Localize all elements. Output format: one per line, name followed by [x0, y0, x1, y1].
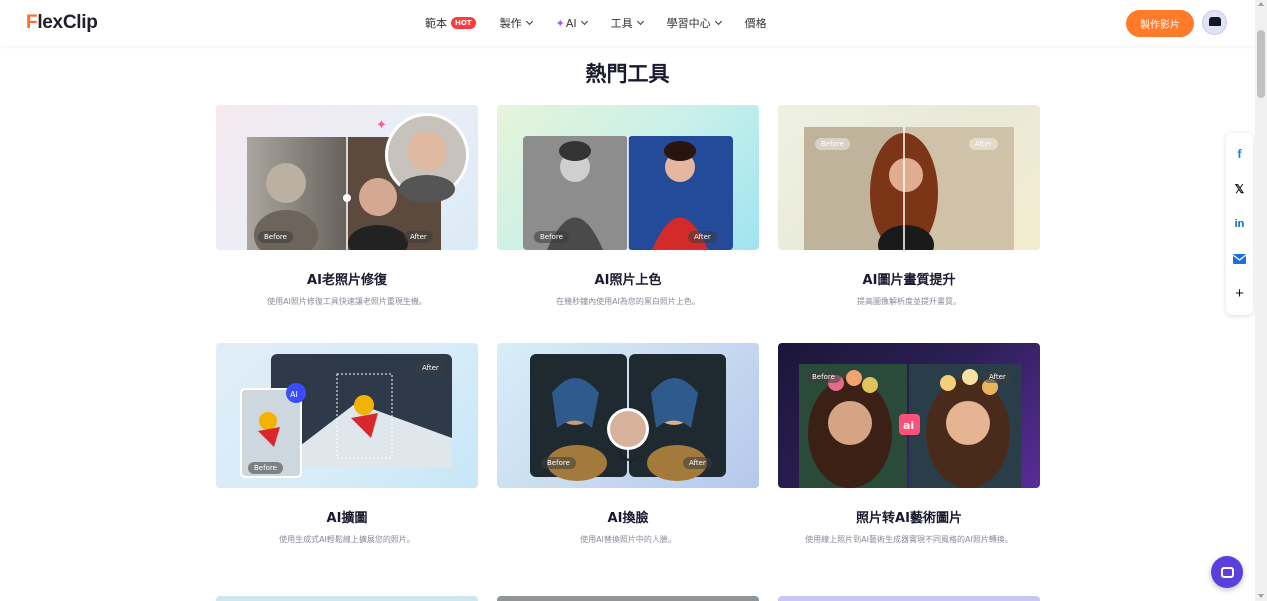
- hot-badge: HOT: [451, 17, 476, 29]
- chevron-down-icon: [636, 17, 644, 26]
- facebook-icon[interactable]: f: [1230, 144, 1250, 164]
- nav-learn[interactable]: 學習中心: [666, 15, 722, 31]
- chevron-down-icon: [580, 17, 588, 26]
- svg-text:ai: ai: [903, 419, 914, 432]
- after-tag: After: [404, 231, 433, 243]
- avatar-cap-icon: [1209, 17, 1221, 26]
- next-card-peek: [216, 596, 478, 601]
- card-description: 在幾秒鐘內使用AI為您的黑白照片上色。: [556, 297, 700, 306]
- avatar[interactable]: [1202, 10, 1227, 35]
- plus-icon[interactable]: +: [1230, 284, 1250, 304]
- flexclip-logo[interactable]: FlexClip: [26, 12, 98, 34]
- sparkle-icon: ✦: [555, 16, 565, 30]
- scroll-down-arrow-icon[interactable]: [1258, 594, 1264, 598]
- linkedin-icon[interactable]: in: [1230, 214, 1250, 234]
- card-title: AI擴圖: [326, 511, 368, 526]
- chevron-down-icon: [525, 17, 533, 26]
- nav-create[interactable]: 製作: [499, 15, 533, 31]
- after-tag: After: [416, 362, 445, 374]
- chat-icon: [1220, 566, 1234, 578]
- nav-ai[interactable]: ✦ AI: [555, 15, 588, 31]
- nav-pricing-label: 價格: [744, 17, 767, 30]
- tool-card-face-swap[interactable]: Before After AI換臉 使用AI替換照片中的人臉。: [497, 343, 759, 546]
- card-thumbnail: Before After: [497, 343, 759, 488]
- card-title: AI換臉: [607, 511, 649, 526]
- card-thumbnail: Before After: [497, 105, 759, 250]
- tool-card-expand[interactable]: AI After Before AI擴圖 使用生成式AI輕鬆線上擴展您的照片。: [216, 343, 478, 546]
- card-title: AI圖片畫質提升: [862, 273, 956, 288]
- before-tag: Before: [815, 138, 850, 150]
- svg-text:AI: AI: [290, 390, 298, 399]
- after-tag: After: [983, 371, 1012, 383]
- before-tag: Before: [258, 231, 293, 243]
- nav-ai-label: AI: [565, 16, 577, 30]
- card-title: AI老照片修復: [307, 273, 387, 288]
- nav-tools-label: 工具: [610, 17, 633, 30]
- card-thumbnail: ✦ Before After: [216, 105, 478, 250]
- svg-text:✦: ✦: [376, 118, 387, 133]
- section-title: 熱門工具: [585, 62, 670, 86]
- nav-templates[interactable]: 範本 HOT: [425, 15, 476, 31]
- next-card-peek: [497, 596, 759, 601]
- restore-illustration: ✦: [247, 113, 469, 250]
- tool-card-photo-restore[interactable]: ✦ Before After AI老照片修復 使用AI照片修復工具快速讓老照片重…: [216, 105, 478, 308]
- nav-create-label: 製作: [499, 17, 522, 30]
- card-thumbnail: AI After Before: [216, 343, 478, 488]
- upscale-illustration: [804, 127, 1014, 250]
- page: FlexClip 範本 HOT 製作 ✦ AI 工具 學習中心 價格 製作影片 …: [0, 0, 1267, 601]
- card-description: 提高圖像解析度並提升畫質。: [857, 297, 961, 306]
- tool-card-upscale[interactable]: Before After AI圖片畫質提升 提高圖像解析度並提升畫質。: [778, 105, 1040, 308]
- scrollbar-thumb[interactable]: [1257, 30, 1265, 98]
- card-description: 使用AI照片修復工具快速讓老照片重現生機。: [267, 297, 427, 306]
- before-tag: Before: [534, 231, 569, 243]
- card-description: 使用AI替換照片中的人臉。: [580, 535, 676, 544]
- next-card-peek: [778, 596, 1040, 601]
- nav-learn-label: 學習中心: [666, 17, 711, 30]
- card-title: AI照片上色: [594, 273, 662, 288]
- chevron-down-icon: [714, 17, 722, 26]
- tool-card-colorize[interactable]: Before After AI照片上色 在幾秒鐘內使用AI為您的黑白照片上色。: [497, 105, 759, 308]
- ai-art-illustration: ai: [799, 364, 1021, 488]
- card-thumbnail: ai Before After: [778, 343, 1040, 488]
- card-description: 使用線上照片到AI藝術生成器實現不同風格的AI照片轉換。: [805, 535, 1013, 544]
- mail-icon[interactable]: [1230, 249, 1250, 269]
- x-icon[interactable]: 𝕏: [1230, 179, 1250, 199]
- after-tag: After: [969, 138, 998, 150]
- face-swap-illustration: [530, 354, 726, 481]
- card-description: 使用生成式AI輕鬆線上擴展您的照片。: [279, 535, 415, 544]
- nav-templates-label: 範本: [425, 17, 447, 30]
- nav-pricing[interactable]: 價格: [745, 15, 767, 31]
- tool-card-ai-art[interactable]: ai Before After 照片转AI藝術圖片 使用線上照片到AI藝術生成器…: [778, 343, 1040, 546]
- after-tag: After: [683, 457, 712, 469]
- colorize-illustration: [523, 136, 733, 250]
- make-video-button[interactable]: 製作影片: [1126, 10, 1194, 37]
- top-nav-bar: FlexClip 範本 HOT 製作 ✦ AI 工具 學習中心 價格 製作影片: [0, 0, 1255, 46]
- before-tag: Before: [541, 457, 576, 469]
- main-nav: 範本 HOT 製作 ✦ AI 工具 學習中心 價格: [425, 15, 791, 31]
- scroll-up-arrow-icon[interactable]: [1258, 2, 1264, 6]
- before-tag: Before: [248, 462, 283, 474]
- nav-tools[interactable]: 工具: [610, 15, 644, 31]
- chat-button[interactable]: [1211, 556, 1243, 588]
- before-tag: Before: [806, 371, 841, 383]
- card-title: 照片转AI藝術圖片: [856, 511, 962, 526]
- card-thumbnail: Before After: [778, 105, 1040, 250]
- after-tag: After: [688, 231, 717, 243]
- share-sidebar: f 𝕏 in +: [1226, 133, 1253, 315]
